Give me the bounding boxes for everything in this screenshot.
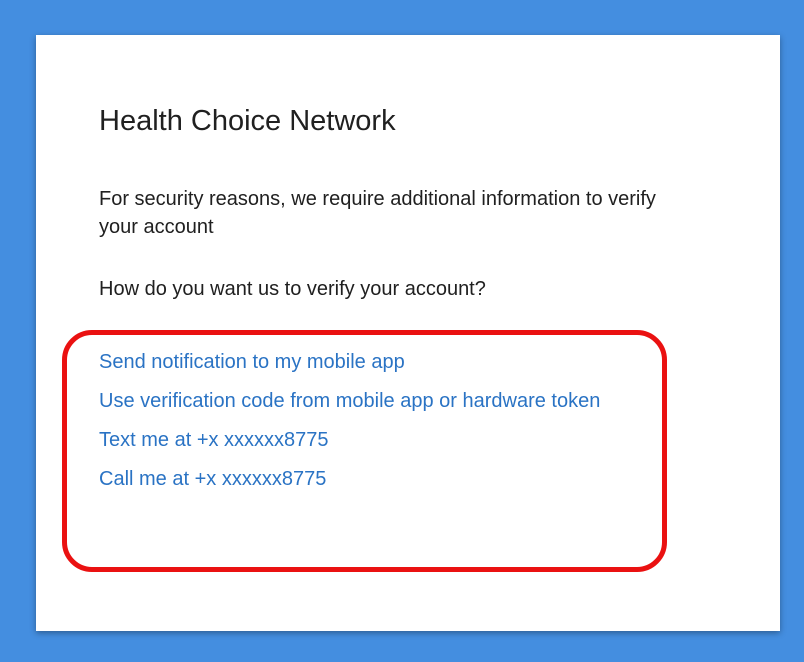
- option-item: Use verification code from mobile app or…: [99, 387, 659, 415]
- call-me-link[interactable]: Call me at +x xxxxxx8775: [99, 465, 326, 493]
- dialog-title: Health Choice Network: [99, 105, 396, 137]
- option-item: Call me at +x xxxxxx8775: [99, 465, 659, 493]
- option-item: Send notification to my mobile app: [99, 348, 659, 376]
- verification-question: How do you want us to verify your accoun…: [99, 278, 486, 300]
- security-message: For security reasons, we require additio…: [99, 188, 656, 238]
- option-item: Text me at +x xxxxxx8775: [99, 426, 659, 454]
- verification-code-link[interactable]: Use verification code from mobile app or…: [99, 387, 600, 415]
- send-notification-link[interactable]: Send notification to my mobile app: [99, 348, 405, 376]
- text-me-link[interactable]: Text me at +x xxxxxx8775: [99, 426, 329, 454]
- verification-dialog: Health Choice Network For security reaso…: [36, 35, 780, 631]
- verification-options-list: Send notification to my mobile app Use v…: [99, 348, 659, 504]
